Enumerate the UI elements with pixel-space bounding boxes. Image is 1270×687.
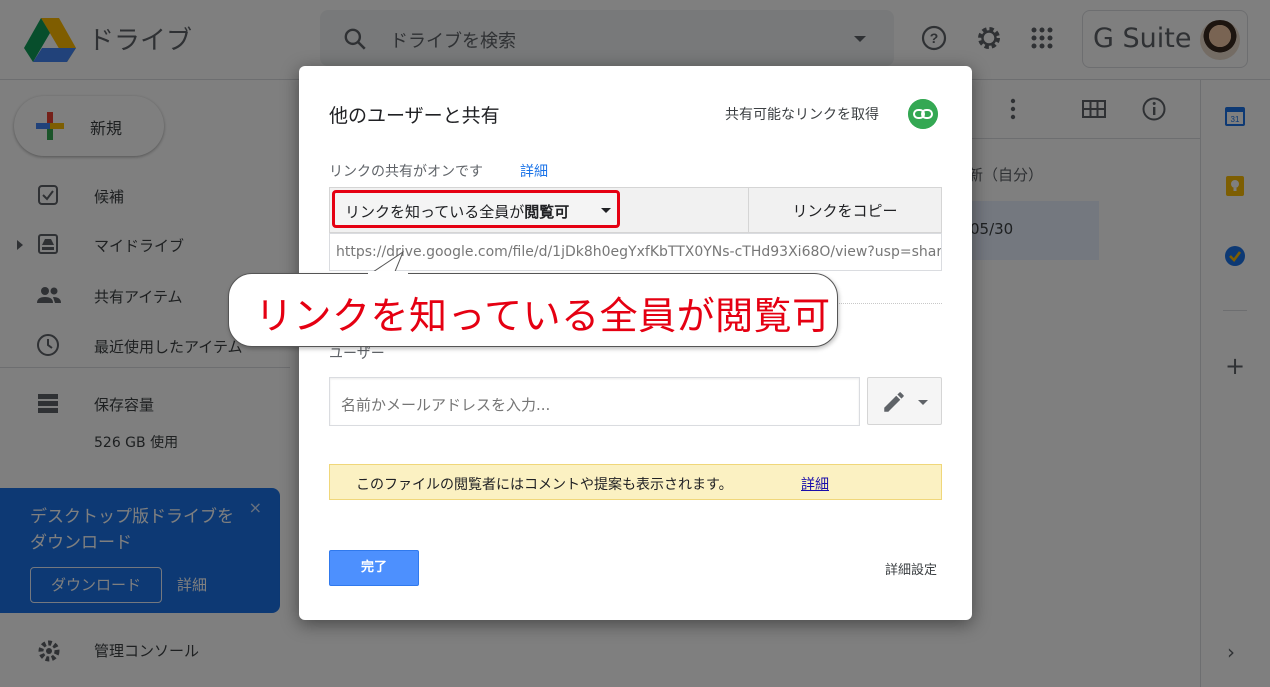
- advanced-settings-link[interactable]: 詳細設定: [885, 559, 937, 578]
- share-url-text: https://drive.google.com/file/d/1jDk8h0e…: [336, 244, 942, 260]
- link-icon[interactable]: [908, 99, 938, 129]
- link-access-dropdown[interactable]: リンクを知っている全員が閲覧可: [332, 190, 620, 228]
- email-field-placeholder: 名前かメールアドレスを入力...: [341, 396, 551, 414]
- share-url-field[interactable]: https://drive.google.com/file/d/1jDk8h0e…: [329, 233, 942, 271]
- link-access-level: 閲覧可: [524, 203, 570, 221]
- done-button[interactable]: 完了: [329, 550, 419, 586]
- callout-text: リンクを知っている全員が閲覧可: [255, 294, 831, 338]
- callout-pointer-mask: [368, 271, 408, 276]
- copy-link-button[interactable]: リンクをコピー: [748, 187, 942, 233]
- link-sharing-status: リンクの共有がオンです: [329, 164, 483, 180]
- link-access-text: リンクを知っている全員が閲覧可: [345, 203, 570, 221]
- viewer-notice: このファイルの閲覧者にはコメントや提案も表示されます。 詳細: [329, 464, 942, 500]
- notice-text: このファイルの閲覧者にはコメントや提案も表示されます。: [356, 477, 733, 493]
- annotation-callout: リンクを知っている全員が閲覧可: [228, 273, 838, 347]
- get-shareable-link[interactable]: 共有可能なリンクを取得: [725, 104, 879, 124]
- link-status-more-link[interactable]: 詳細: [520, 161, 548, 181]
- chevron-down-icon: [918, 400, 928, 405]
- copy-link-label: リンクをコピー: [792, 202, 898, 220]
- notice-more-link[interactable]: 詳細: [801, 474, 829, 494]
- dialog-title: 他のユーザーと共有: [329, 105, 500, 127]
- permission-dropdown[interactable]: [867, 377, 942, 425]
- chevron-down-icon: [601, 208, 611, 213]
- email-field[interactable]: 名前かメールアドレスを入力...: [329, 377, 860, 426]
- pencil-icon: [884, 392, 904, 412]
